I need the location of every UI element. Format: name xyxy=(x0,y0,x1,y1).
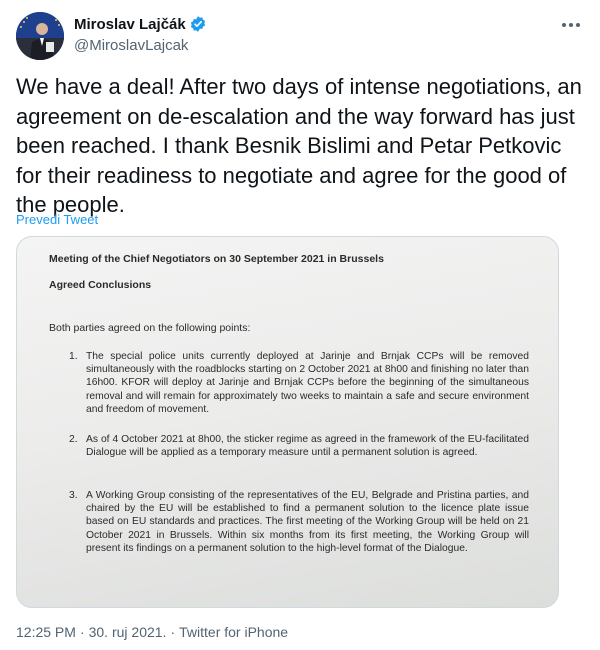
document-item-text: A Working Group consisting of the repres… xyxy=(86,490,529,554)
document-item-number: 1. xyxy=(69,351,78,362)
tweet-header: Miroslav Lajčák @MiroslavLajcak xyxy=(16,12,584,60)
document-photo: Meeting of the Chief Negotiators on 30 S… xyxy=(17,237,558,607)
more-options-icon[interactable] xyxy=(558,14,584,36)
document-item: 3. A Working Group consisting of the rep… xyxy=(69,489,529,555)
document-item-number: 3. xyxy=(69,490,78,501)
document-item-text: The special police units currently deplo… xyxy=(86,351,529,415)
tweet-date[interactable]: 30. ruj 2021. xyxy=(89,624,167,640)
tweet-source[interactable]: Twitter for iPhone xyxy=(179,624,288,640)
document-item: 1. The special police units currently de… xyxy=(69,350,529,416)
document-intro: Both parties agreed on the following poi… xyxy=(49,322,251,334)
user-handle[interactable]: @MiroslavLajcak xyxy=(74,37,188,54)
tweet-footer: 12:25 PM · 30. ruj 2021. · Twitter for i… xyxy=(16,624,288,640)
footer-separator: · xyxy=(79,624,85,640)
tweet-time[interactable]: 12:25 PM xyxy=(16,624,76,640)
avatar-image xyxy=(16,12,64,60)
avatar[interactable] xyxy=(16,12,64,60)
footer-separator: · xyxy=(170,624,176,640)
display-name[interactable]: Miroslav Lajčák xyxy=(74,16,186,33)
document-item: 2. As of 4 October 2021 at 8h00, the sti… xyxy=(69,433,529,459)
translate-tweet-link[interactable]: Prevedi Tweet xyxy=(16,212,98,227)
tweet-media-image[interactable]: Meeting of the Chief Negotiators on 30 S… xyxy=(16,236,559,608)
document-item-number: 2. xyxy=(69,434,78,445)
tweet-text: We have a deal! After two days of intens… xyxy=(16,74,582,217)
name-row: Miroslav Lajčák xyxy=(74,15,207,33)
document-item-text: As of 4 October 2021 at 8h00, the sticke… xyxy=(86,434,529,459)
tweet: Miroslav Lajčák @MiroslavLajcak We have … xyxy=(0,0,600,650)
document-title: Meeting of the Chief Negotiators on 30 S… xyxy=(49,253,384,265)
verified-badge-icon xyxy=(189,15,207,33)
document-subtitle: Agreed Conclusions xyxy=(49,279,152,291)
